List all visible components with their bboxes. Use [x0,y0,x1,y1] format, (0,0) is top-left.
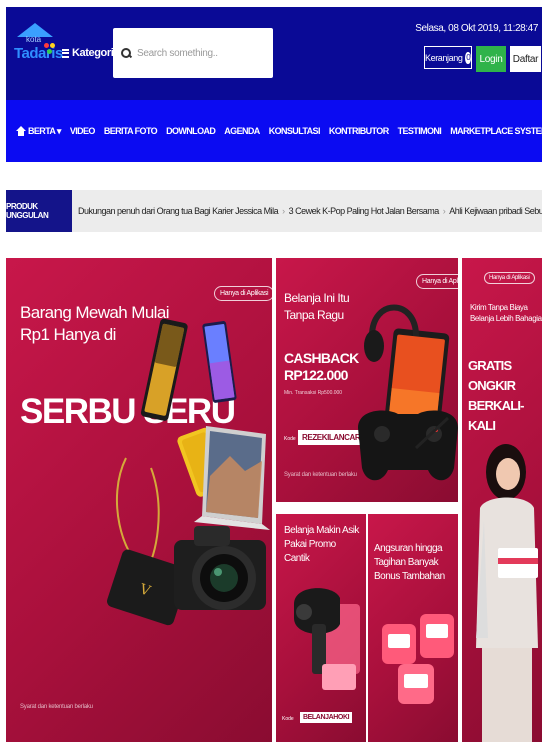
nav-item-kontributor[interactable]: KONTRIBUTOR [329,126,389,136]
cart-count-badge: 0 [465,51,471,64]
nav-item-testimoni[interactable]: TESTIMONI [398,126,442,136]
search-icon[interactable] [121,48,131,58]
nav-item-berita-foto[interactable]: BERITA FOTO [104,126,158,136]
promo-banner-serbu-seru[interactable]: Hanya di Aplikasi Barang Mewah Mulai Rp1… [6,258,272,742]
news-ticker: PRODUK UNGGULAN Dukungan penuh dari Oran… [6,190,542,232]
ticker-label: PRODUK UNGGULAN [6,190,72,232]
login-button[interactable]: Login [476,46,506,72]
kategori-label: Kategori [72,47,114,59]
hamburger-icon [62,48,69,58]
ticker-news-item[interactable]: 3 Cewek K-Pop Paling Hot Jalan Bersama [289,206,440,216]
gadget-illustration [358,304,458,481]
hairdryer-illustration [294,588,360,690]
ticker-news-list: Dukungan penuh dari Orang tua Bagi Karie… [78,206,542,216]
model-with-package-illustration [476,444,538,742]
ticker-news-item[interactable]: Dukungan penuh dari Orang tua Bagi Karie… [78,206,279,216]
payment-cards-illustration [382,614,454,704]
main-nav: BERTA ▾ VIDEO BERITA FOTO DOWNLOAD AGEND… [6,100,542,162]
promo-banner-angsuran[interactable]: Angsuran hingga Tagihan Banyak Bonus Tam… [368,514,458,742]
site-header: kota Tadaris Kategori Selasa, 08 Okt 201… [6,7,542,100]
promo-banner-gratis-ongkir[interactable]: Hanya di Aplikasi Kirim Tanpa Biaya Bela… [462,258,542,742]
promo-code-label: Kode [282,716,294,722]
nav-item-agenda[interactable]: AGENDA [224,126,260,136]
promo-banner-cashback[interactable]: Hanya di Aplikasi Belanja Ini Itu Tanpa … [276,258,458,502]
nav-item-konsultasi[interactable]: KONSULTASI [269,126,321,136]
luxury-products-illustration: V [107,318,270,626]
chevron-right-icon: › [282,206,285,216]
terms-text: Syarat dan ketentuan berlaku [20,704,93,710]
nav-item-download[interactable]: DOWNLOAD [166,126,216,136]
logo-figures-icon [44,43,58,57]
site-logo[interactable]: kota Tadaris [14,23,63,67]
nav-item-marketplace[interactable]: MARKETPLACE SYSTEM ▾ [450,126,542,137]
chevron-right-icon: › [442,206,446,216]
cart-label: Keranjang [425,52,463,63]
nav-item-berita[interactable]: BERTA ▾ [28,126,61,137]
register-button[interactable]: Daftar [510,46,541,72]
logo-small-text: kota [26,35,42,44]
kategori-menu-button[interactable]: Kategori [62,47,114,59]
current-datetime: Selasa, 08 Okt 2019, 11:28:47 [415,23,538,34]
search-input[interactable] [137,47,265,59]
ticker-news-item[interactable]: Ahli Kejiwaan pribadi Sebut Marshanda su… [449,206,542,216]
nav-item-video[interactable]: VIDEO [70,126,96,136]
promo-banner-promo-cantik[interactable]: Belanja Makin Asik Pakai Promo Cantik Ko… [276,514,366,742]
cart-button[interactable]: Keranjang 0 [424,46,472,69]
promo-code: BELANJAHOKI [300,712,353,723]
search-box [113,28,273,78]
